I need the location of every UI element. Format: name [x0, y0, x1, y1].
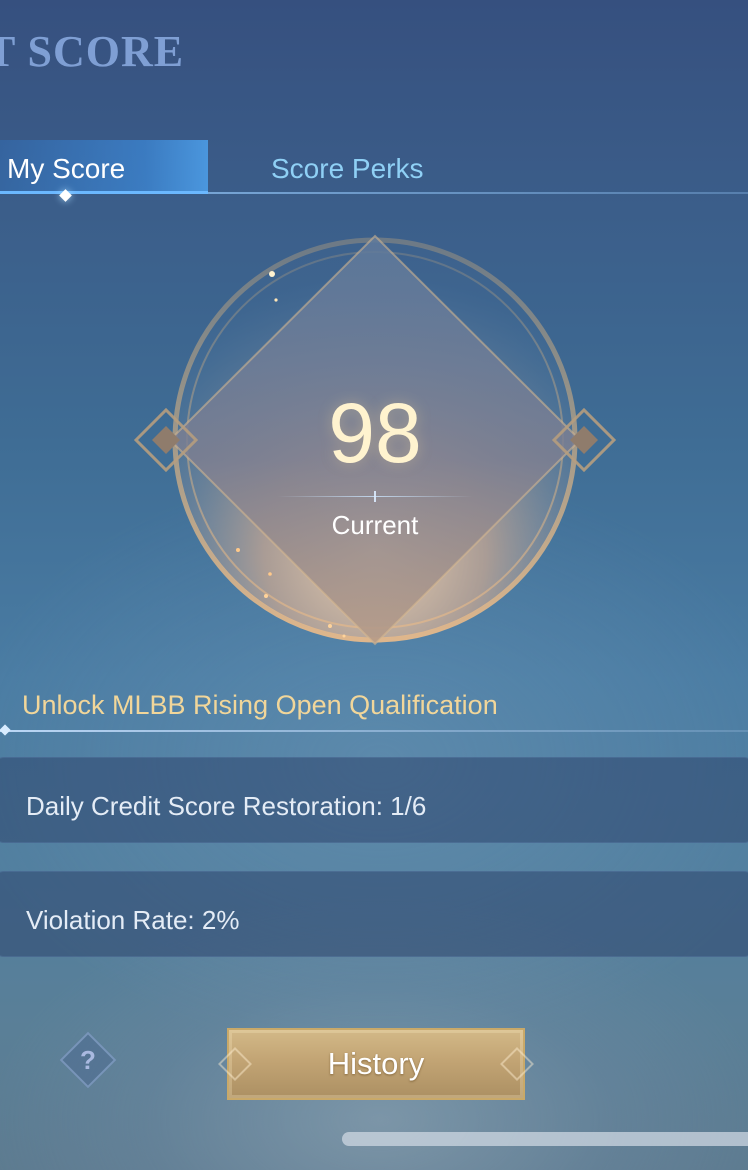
score-separator	[277, 491, 473, 502]
tab-score-perks[interactable]: Score Perks	[271, 140, 424, 194]
tab-my-score-label: My Score	[7, 153, 126, 184]
score-emblem: 98 Current	[130, 230, 620, 650]
question-mark-icon: ?	[80, 1045, 96, 1075]
tab-score-perks-label: Score Perks	[271, 153, 424, 184]
violation-card: Violation Rate: 2%	[0, 871, 748, 957]
violation-text: Violation Rate: 2%	[26, 905, 240, 935]
tab-bar: My Score Score Perks	[0, 140, 748, 202]
help-button[interactable]: ?	[59, 1031, 117, 1089]
score-label: Current	[331, 510, 419, 540]
restoration-card: Daily Credit Score Restoration: 1/6	[0, 757, 748, 843]
scrollbar[interactable]	[342, 1132, 748, 1146]
qualification-text: Unlock MLBB Rising Open Qualification	[22, 690, 498, 720]
qualification-divider	[0, 730, 748, 732]
history-button[interactable]: History	[227, 1028, 525, 1100]
tab-my-score[interactable]: My Score	[0, 140, 208, 202]
active-tab-indicator	[59, 189, 72, 202]
page-title: T SCORE	[0, 27, 185, 76]
score-value: 98	[328, 386, 422, 480]
restoration-text: Daily Credit Score Restoration: 1/6	[26, 791, 427, 821]
